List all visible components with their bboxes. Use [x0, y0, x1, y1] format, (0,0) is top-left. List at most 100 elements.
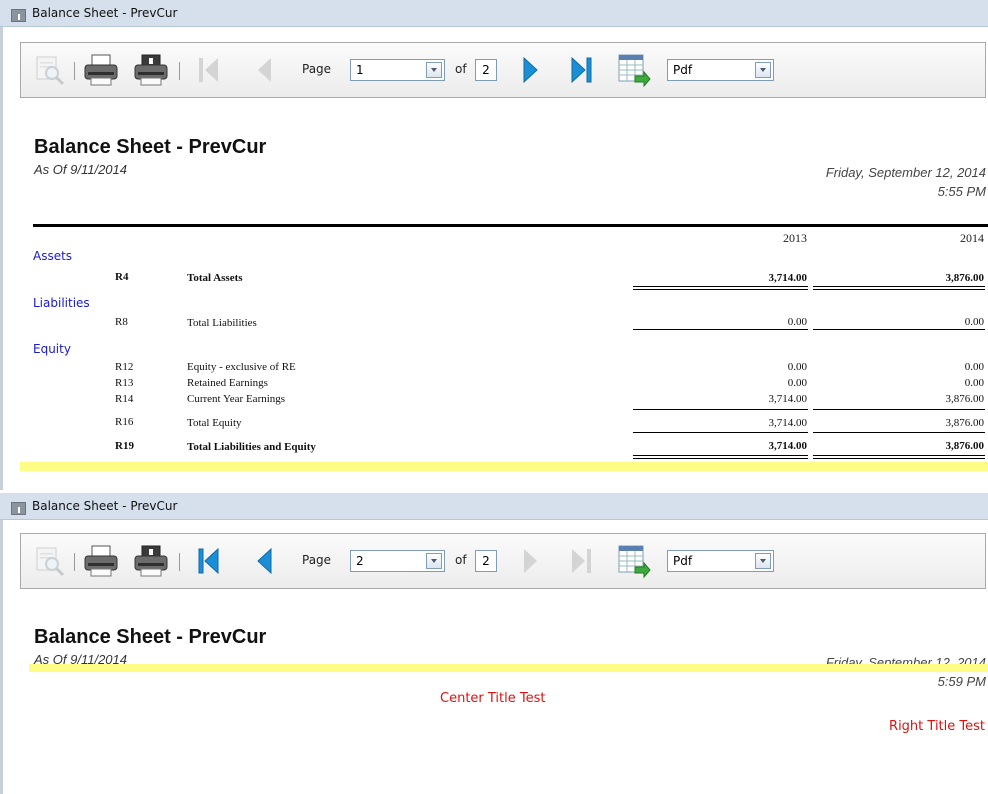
underline — [633, 329, 808, 330]
report-time: 5:55 PM — [937, 184, 986, 199]
toolbar-separator — [74, 553, 75, 571]
row-label: Total Liabilities — [187, 317, 257, 329]
page-number-select[interactable]: 1 — [350, 59, 445, 81]
previous-page-icon — [257, 547, 272, 575]
highlight-bar — [29, 664, 988, 672]
row-label: Current Year Earnings — [187, 393, 286, 405]
page-number-value: 1 — [356, 63, 364, 77]
next-page-button[interactable] — [515, 534, 545, 588]
report-toolbar: Page 1 of 2 Pdf — [20, 42, 986, 98]
window-title-bar: Balance Sheet - PrevCur — [0, 493, 988, 520]
year-header-2013: 2013 — [783, 231, 807, 245]
print-button[interactable] — [81, 534, 121, 588]
report-time: 5:59 PM — [937, 674, 986, 689]
row-value-2013: 3,714.00 — [768, 272, 808, 284]
first-page-icon — [198, 547, 219, 575]
row-value-2013: 0.00 — [787, 361, 807, 373]
row-value-2013: 0.00 — [787, 377, 807, 389]
row-label: Total Liabilities and Equity — [187, 441, 316, 453]
page-label: Page — [302, 62, 332, 76]
underline — [633, 409, 808, 410]
row-code: R19 — [115, 440, 134, 452]
row-label: Total Assets — [187, 272, 243, 284]
export-format-select[interactable]: Pdf — [667, 59, 774, 81]
section-liabilities: Liabilities — [33, 296, 90, 310]
last-page-button[interactable] — [566, 43, 598, 97]
center-title: Center Title Test — [440, 691, 546, 706]
chevron-down-icon[interactable] — [755, 553, 771, 569]
double-underline — [633, 458, 808, 459]
double-underline — [633, 289, 808, 290]
page-label: Page — [302, 553, 332, 567]
chevron-down-icon[interactable] — [426, 62, 442, 78]
total-pages-field: 2 — [475, 59, 497, 81]
row-value-2013: 3,714.00 — [768, 440, 808, 452]
last-page-icon — [572, 549, 591, 573]
last-page-button[interactable] — [566, 534, 598, 588]
section-assets: Assets — [33, 249, 73, 263]
report-title: Balance Sheet - PrevCur — [34, 626, 267, 648]
export-button[interactable] — [614, 534, 654, 588]
row-value-2013: 0.00 — [787, 316, 807, 328]
row-value-2014: 3,876.00 — [945, 272, 985, 284]
total-pages-field: 2 — [475, 550, 497, 572]
window-title-bar: Balance Sheet - PrevCur — [0, 0, 988, 27]
row-label: Equity - exclusive of RE — [187, 361, 296, 373]
previous-page-button[interactable] — [249, 43, 279, 97]
print-icon — [84, 54, 118, 86]
report-viewer-1: Balance Sheet - PrevCur Page 1 of 2 Pdf … — [0, 0, 988, 490]
toolbar-separator — [179, 553, 180, 571]
print-server-button[interactable] — [131, 534, 171, 588]
previous-page-button[interactable] — [249, 534, 279, 588]
double-underline — [813, 455, 985, 456]
row-code: R14 — [115, 393, 134, 405]
chevron-down-icon[interactable] — [755, 62, 771, 78]
underline — [813, 329, 985, 330]
zoom-icon — [36, 547, 65, 577]
report-viewer-2: Balance Sheet - PrevCur Page 2 of 2 Pdf … — [0, 493, 988, 794]
window-icon — [11, 502, 26, 515]
chevron-down-icon[interactable] — [426, 553, 442, 569]
first-page-button[interactable] — [194, 43, 224, 97]
window-title: Balance Sheet - PrevCur — [32, 6, 178, 20]
zoom-icon — [36, 56, 65, 86]
next-page-icon — [523, 56, 538, 84]
previous-page-icon — [258, 58, 271, 82]
double-underline — [813, 286, 985, 287]
export-button[interactable] — [614, 43, 654, 97]
row-code: R12 — [115, 361, 134, 373]
page-number-value: 2 — [356, 554, 364, 568]
zoom-button[interactable] — [33, 43, 69, 97]
row-code: R16 — [115, 416, 134, 428]
report-toolbar: Page 2 of 2 Pdf — [20, 533, 986, 589]
row-code: R4 — [115, 271, 129, 283]
double-underline — [813, 289, 985, 290]
left-border — [0, 27, 3, 490]
report-date: Friday, September 12, 2014 — [825, 165, 986, 180]
row-value-2014: 0.00 — [964, 361, 984, 373]
left-border — [0, 520, 3, 794]
window-title: Balance Sheet - PrevCur — [32, 499, 178, 513]
print-server-icon — [134, 545, 168, 577]
first-page-button[interactable] — [194, 534, 224, 588]
row-value-2013: 3,714.00 — [768, 393, 808, 405]
right-title: Right Title Test — [889, 719, 985, 734]
underline — [813, 432, 985, 433]
report-title: Balance Sheet - PrevCur — [34, 136, 267, 158]
row-value-2014: 0.00 — [964, 316, 984, 328]
row-value-2014: 0.00 — [964, 377, 984, 389]
export-format-value: Pdf — [673, 554, 693, 568]
next-page-button[interactable] — [515, 43, 545, 97]
highlight-bar — [20, 462, 988, 471]
zoom-button[interactable] — [33, 534, 69, 588]
double-underline — [633, 286, 808, 287]
print-server-icon — [134, 54, 168, 86]
print-icon — [84, 545, 118, 577]
row-code: R13 — [115, 377, 134, 389]
print-button[interactable] — [81, 43, 121, 97]
print-server-button[interactable] — [131, 43, 171, 97]
of-label: of — [455, 553, 467, 567]
export-format-select[interactable]: Pdf — [667, 550, 774, 572]
page-number-select[interactable]: 2 — [350, 550, 445, 572]
of-label: of — [455, 62, 467, 76]
